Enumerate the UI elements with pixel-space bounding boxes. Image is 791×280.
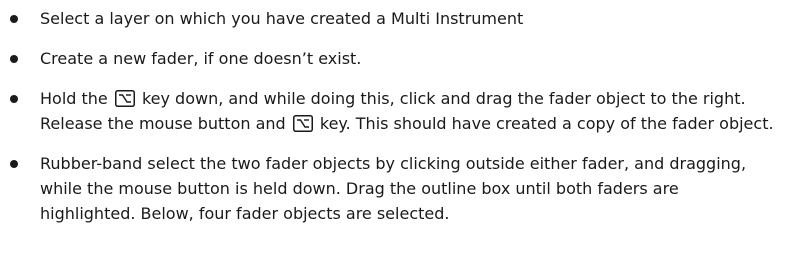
option-key-icon xyxy=(114,90,135,107)
bullet-icon xyxy=(10,15,18,23)
list-item: Hold the key down, and while doing this,… xyxy=(0,86,791,136)
bullet-icon xyxy=(10,95,18,103)
step-text: Rubber-band select the two fader objects… xyxy=(40,154,747,223)
list-item: Rubber-band select the two fader objects… xyxy=(0,151,791,226)
document-page: Select a layer on which you have created… xyxy=(0,0,791,280)
step-text-before-key: Hold the xyxy=(40,89,108,108)
list-item: Create a new fader, if one doesn’t exist… xyxy=(0,46,791,71)
step-text-after-key: key. This should have created a copy of … xyxy=(319,114,774,133)
option-key-icon xyxy=(292,115,313,132)
step-text: Create a new fader, if one doesn’t exist… xyxy=(40,49,362,68)
list-item: Select a layer on which you have created… xyxy=(0,6,791,31)
bullet-icon xyxy=(10,55,18,63)
bullet-icon xyxy=(10,160,18,168)
instruction-list: Select a layer on which you have created… xyxy=(0,6,791,226)
step-text: Select a layer on which you have created… xyxy=(40,9,524,28)
